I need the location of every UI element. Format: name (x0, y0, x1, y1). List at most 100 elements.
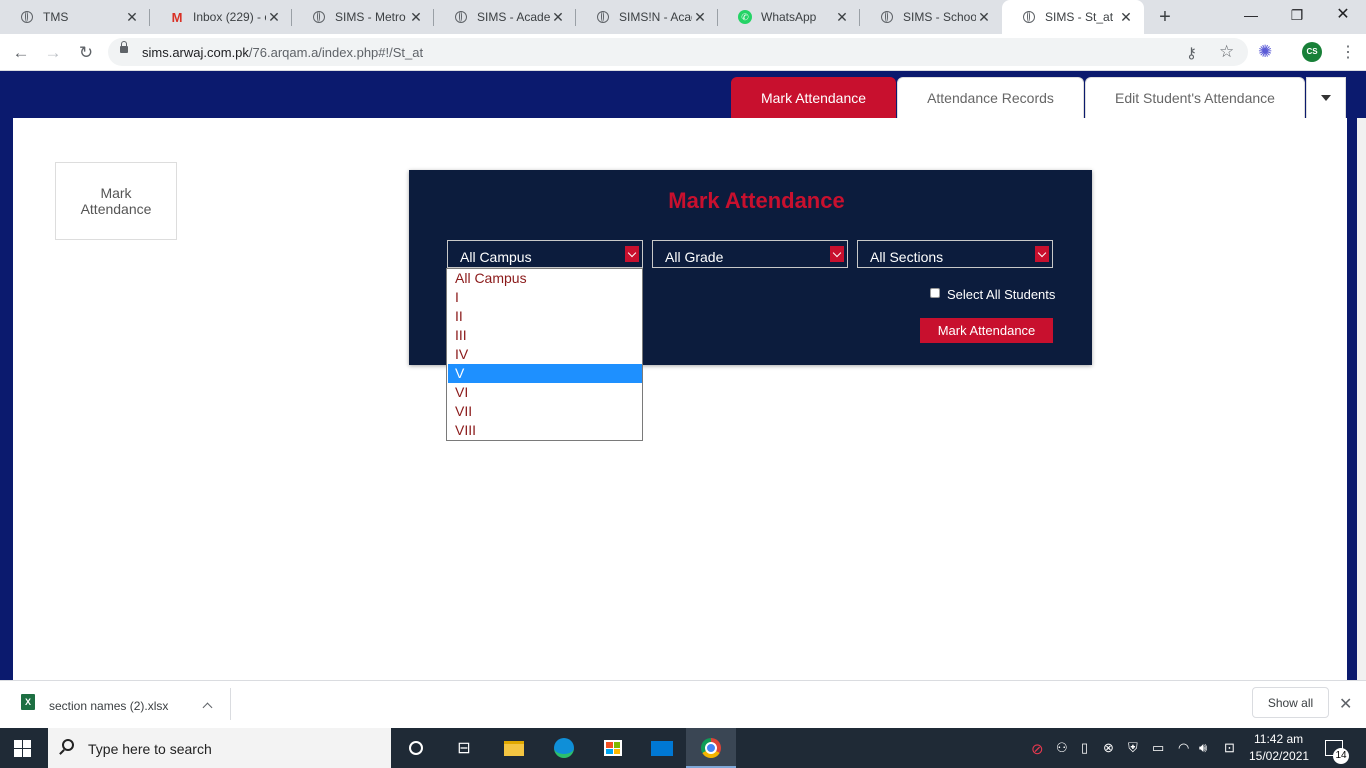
clock-time[interactable]: 11:42 am (1254, 732, 1303, 746)
excel-file-icon: X (21, 694, 35, 710)
star-icon[interactable]: ☆ (1219, 42, 1234, 62)
new-tab-button[interactable]: + (1152, 4, 1178, 30)
globe-icon (20, 10, 34, 24)
wifi-icon[interactable]: ◠ (1178, 740, 1189, 756)
chevron-down-icon (625, 246, 639, 262)
campus-option[interactable]: I (448, 288, 642, 307)
campus-option[interactable]: VI (448, 383, 642, 402)
close-tab-icon[interactable]: ✕ (1118, 9, 1134, 26)
menu-icon[interactable]: ⋮ (1340, 42, 1356, 62)
mail-icon[interactable] (650, 736, 674, 760)
browser-tab[interactable]: SIMS - School ✕ (860, 0, 1002, 34)
chevron-down-icon (1035, 246, 1049, 262)
campus-option[interactable]: All Campus (448, 269, 642, 288)
whatsapp-icon: ✆ (738, 10, 752, 24)
clock-date[interactable]: 15/02/2021 (1249, 749, 1309, 763)
taskbar-search-placeholder[interactable]: Type here to search (88, 741, 212, 757)
restore-button[interactable]: ❐ (1274, 0, 1320, 30)
browser-tab-title: SIMS - Acaden (477, 10, 550, 24)
lock-icon[interactable] (120, 41, 128, 53)
url-text[interactable]: sims.arwaj.com.pk/76.arqam.a/index.php#!… (142, 45, 423, 60)
cortana-icon[interactable] (404, 736, 428, 760)
side-mark-attendance-button[interactable]: Mark Attendance (55, 162, 177, 240)
campus-option[interactable]: VIII (448, 421, 642, 440)
campus-option[interactable]: IV (448, 345, 642, 364)
close-tab-icon[interactable]: ✕ (124, 9, 140, 26)
caret-down-icon (1321, 95, 1331, 101)
grade-select[interactable]: All Grade (652, 240, 848, 268)
chevron-up-icon[interactable] (199, 697, 215, 713)
people-icon[interactable]: ⚇ (1056, 740, 1068, 756)
usb-icon[interactable]: ▯ (1081, 740, 1088, 756)
browser-tab-title: TMS (43, 10, 69, 24)
close-window-button[interactable]: ✕ (1320, 0, 1366, 30)
close-tab-icon[interactable]: ✕ (266, 9, 282, 26)
extension-icon[interactable]: ✺ (1258, 42, 1272, 62)
close-tab-icon[interactable]: ✕ (550, 9, 566, 26)
close-tab-icon[interactable]: ✕ (834, 9, 850, 26)
close-tab-icon[interactable]: ✕ (692, 9, 708, 26)
browser-tab-title: Inbox (229) - c (193, 10, 266, 24)
select-all-checkbox[interactable] (930, 288, 940, 298)
close-icon[interactable]: ✕ (1339, 694, 1352, 714)
download-file-name[interactable]: section names (2).xlsx (49, 699, 168, 713)
language-icon[interactable]: ⊡ (1224, 740, 1235, 756)
edge-icon[interactable] (552, 736, 576, 760)
globe-icon (880, 10, 894, 24)
notification-count-badge: 14 (1333, 748, 1349, 764)
browser-tab-title: SIMS - Metro I (335, 10, 408, 24)
mark-attendance-button[interactable]: Mark Attendance (920, 318, 1053, 343)
search-icon (62, 739, 74, 751)
tab-mark-attendance[interactable]: Mark Attendance (731, 77, 896, 118)
volume-icon[interactable]: 🔊︎ (1199, 740, 1207, 756)
grade-select-value: All Grade (665, 249, 724, 265)
campus-select-value: All Campus (460, 249, 532, 265)
network-disabled-icon[interactable]: ⊗ (1103, 740, 1114, 756)
browser-tab-title: SIMS - School (903, 10, 976, 24)
campus-option[interactable]: II (448, 307, 642, 326)
antivirus-icon[interactable]: ⊘ (1031, 740, 1044, 758)
browser-tab[interactable]: SIMS!N - Acad ✕ (576, 0, 718, 34)
campus-option-highlighted[interactable]: V (448, 364, 642, 383)
browser-tab[interactable]: ✆ WhatsApp ✕ (718, 0, 860, 34)
chrome-icon[interactable] (699, 736, 723, 760)
browser-tab[interactable]: SIMS - Acaden ✕ (434, 0, 576, 34)
tab-edit-attendance[interactable]: Edit Student's Attendance (1085, 77, 1305, 118)
sections-select[interactable]: All Sections (857, 240, 1053, 268)
campus-option[interactable]: III (448, 326, 642, 345)
file-explorer-icon[interactable] (502, 736, 526, 760)
sections-select-value: All Sections (870, 249, 944, 265)
globe-icon (454, 10, 468, 24)
reload-icon[interactable]: ↻ (75, 42, 97, 64)
task-view-icon[interactable]: ⊟ (452, 736, 476, 760)
panel-title: Mark Attendance (668, 188, 845, 213)
security-shield-icon[interactable]: ⛨ (1128, 740, 1138, 756)
browser-tab-title: WhatsApp (761, 10, 817, 24)
campus-dropdown-list: All Campus I II III IV V VI VII VIII (446, 268, 643, 441)
show-all-button[interactable]: Show all (1252, 687, 1329, 718)
browser-tab-active[interactable]: SIMS - St_at ✕ (1002, 0, 1144, 34)
browser-tab-title: SIMS!N - Acad (619, 10, 692, 24)
battery-icon[interactable]: ▭ (1152, 740, 1164, 756)
tab-more-dropdown[interactable] (1306, 77, 1346, 118)
browser-tab-title: SIMS - St_at (1045, 10, 1114, 24)
store-icon[interactable] (601, 736, 625, 760)
key-icon[interactable]: ⚷ (1186, 44, 1197, 62)
profile-avatar[interactable]: CS (1302, 42, 1322, 62)
campus-select[interactable]: All Campus (447, 240, 643, 268)
campus-option[interactable]: VII (448, 402, 642, 421)
forward-icon[interactable]: → (42, 42, 64, 64)
minimize-button[interactable]: — (1228, 0, 1274, 30)
scrollbar[interactable] (1357, 118, 1366, 680)
browser-tab[interactable]: TMS ✕ (0, 0, 150, 34)
browser-tab[interactable]: M Inbox (229) - c ✕ (150, 0, 292, 34)
close-tab-icon[interactable]: ✕ (976, 9, 992, 26)
windows-start-icon[interactable] (14, 740, 31, 757)
browser-tab[interactable]: SIMS - Metro I ✕ (292, 0, 434, 34)
tab-attendance-records[interactable]: Attendance Records (897, 77, 1084, 118)
chevron-down-icon (830, 246, 844, 262)
back-icon[interactable]: ← (10, 42, 32, 64)
close-tab-icon[interactable]: ✕ (408, 9, 424, 26)
select-all-label[interactable]: Select All Students (947, 287, 1055, 302)
globe-icon (312, 10, 326, 24)
